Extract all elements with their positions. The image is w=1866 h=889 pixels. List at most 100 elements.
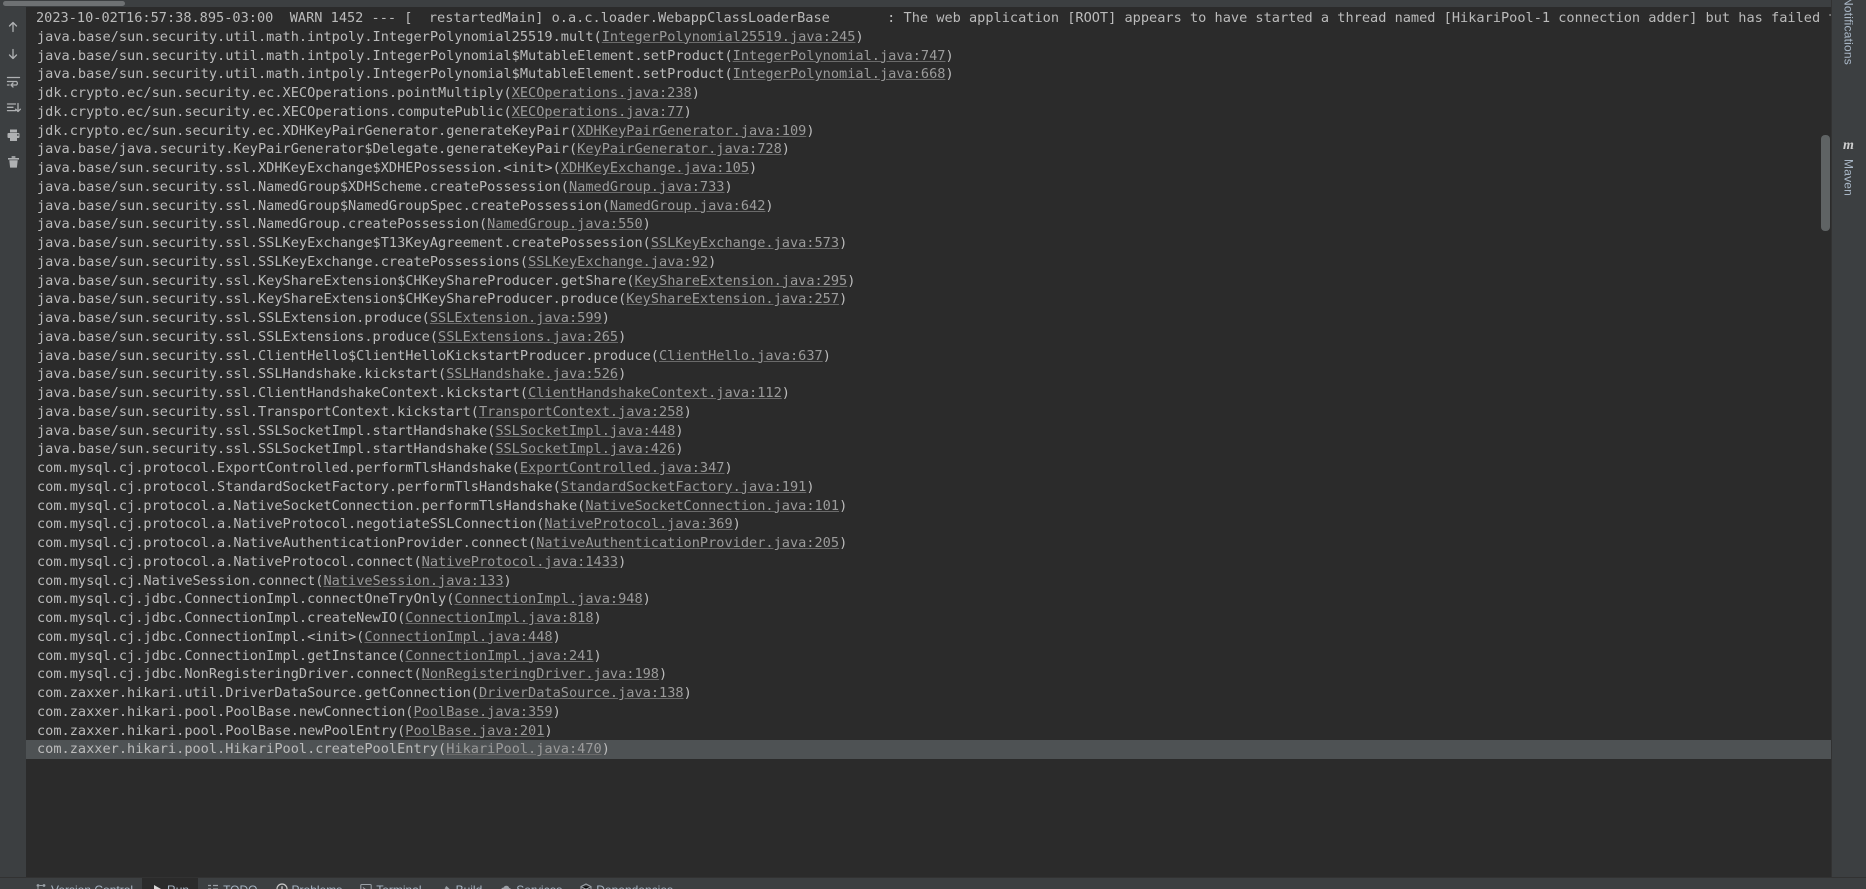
log-line-stacktrace[interactable]: com.mysql.cj.protocol.a.NativeProtocol.n… — [26, 515, 1831, 534]
bottom-tab-dependencies[interactable]: Dependencies — [571, 878, 682, 889]
scroll-to-end-icon[interactable] — [0, 94, 26, 121]
bottom-tab-terminal[interactable]: Terminal — [351, 878, 430, 889]
source-link[interactable]: NativeSocketConnection.java:101 — [585, 498, 839, 514]
source-link[interactable]: ConnectionImpl.java:948 — [454, 591, 642, 607]
log-line-stacktrace[interactable]: com.mysql.cj.jdbc.ConnectionImpl.<init>(… — [26, 628, 1831, 647]
log-line-stacktrace[interactable]: java.base/sun.security.util.math.intpoly… — [26, 28, 1831, 47]
horizontal-scrollbar-track[interactable] — [0, 0, 1866, 7]
source-link[interactable]: XDHKeyExchange.java:105 — [561, 160, 749, 176]
source-link[interactable]: NativeSession.java:133 — [323, 573, 503, 589]
source-link[interactable]: ClientHandshakeContext.java:112 — [528, 385, 782, 401]
log-line-stacktrace[interactable]: jdk.crypto.ec/sun.security.ec.XECOperati… — [26, 103, 1831, 122]
soft-wrap-icon[interactable] — [0, 67, 26, 94]
console-output-panel[interactable]: 2023-10-02T16:57:38.895-03:00 WARN 1452 … — [26, 7, 1831, 882]
log-line-stacktrace[interactable]: java.base/sun.security.ssl.ClientHello$C… — [26, 347, 1831, 366]
log-line-stacktrace[interactable]: java.base/sun.security.ssl.ClientHandsha… — [26, 384, 1831, 403]
vertical-scrollbar-thumb[interactable] — [1821, 135, 1830, 231]
bottom-tab-build[interactable]: Build — [431, 878, 492, 889]
source-link[interactable]: SSLKeyExchange.java:573 — [651, 235, 839, 251]
log-line-stacktrace[interactable]: java.base/sun.security.ssl.KeyShareExten… — [26, 272, 1831, 291]
source-link[interactable]: NamedGroup.java:642 — [610, 198, 766, 214]
trash-icon[interactable] — [0, 148, 26, 175]
source-link[interactable]: NativeAuthenticationProvider.java:205 — [536, 535, 839, 551]
log-line-stacktrace[interactable]: java.base/sun.security.ssl.SSLKeyExchang… — [26, 253, 1831, 272]
source-link[interactable]: XDHKeyPairGenerator.java:109 — [577, 123, 806, 139]
source-link[interactable]: ConnectionImpl.java:818 — [405, 610, 593, 626]
source-link[interactable]: ClientHello.java:637 — [659, 348, 823, 364]
source-link[interactable]: NonRegisteringDriver.java:198 — [422, 666, 659, 682]
source-link[interactable]: IntegerPolynomial.java:747 — [733, 48, 946, 64]
source-link[interactable]: DriverDataSource.java:138 — [479, 685, 684, 701]
source-link[interactable]: SSLSocketImpl.java:426 — [495, 441, 675, 457]
log-line-stacktrace[interactable]: java.base/sun.security.util.math.intpoly… — [26, 47, 1831, 66]
source-link[interactable]: StandardSocketFactory.java:191 — [561, 479, 807, 495]
source-link[interactable]: KeyPairGenerator.java:728 — [577, 141, 782, 157]
horizontal-scrollbar-thumb[interactable] — [3, 1, 125, 6]
stripe-item-notifications[interactable]: Notifications — [1831, 0, 1866, 76]
log-line-stacktrace[interactable]: java.base/sun.security.util.math.intpoly… — [26, 65, 1831, 84]
source-link[interactable]: XECOperations.java:77 — [512, 104, 684, 120]
log-line-stacktrace[interactable]: java.base/sun.security.ssl.TransportCont… — [26, 403, 1831, 422]
source-link[interactable]: NamedGroup.java:550 — [487, 216, 643, 232]
source-link[interactable]: SSLExtension.java:599 — [430, 310, 602, 326]
log-line-stacktrace[interactable]: jdk.crypto.ec/sun.security.ec.XDHKeyPair… — [26, 122, 1831, 141]
source-link[interactable]: SSLHandshake.java:526 — [446, 366, 618, 382]
source-link[interactable]: NativeProtocol.java:369 — [544, 516, 732, 532]
log-line-stacktrace[interactable]: java.base/sun.security.ssl.KeyShareExten… — [26, 290, 1831, 309]
log-line-stacktrace[interactable]: java.base/sun.security.ssl.SSLExtension.… — [26, 309, 1831, 328]
log-line-stacktrace[interactable]: com.mysql.cj.jdbc.ConnectionImpl.createN… — [26, 609, 1831, 628]
log-line-stacktrace[interactable]: java.base/java.security.KeyPairGenerator… — [26, 140, 1831, 159]
stripe-item-maven[interactable]: m Maven — [1831, 108, 1866, 228]
bottom-tab-services[interactable]: Services — [491, 878, 571, 889]
log-line-stacktrace[interactable]: com.zaxxer.hikari.util.DriverDataSource.… — [26, 684, 1831, 703]
log-line-stacktrace[interactable]: java.base/sun.security.ssl.SSLExtensions… — [26, 328, 1831, 347]
log-line-stacktrace[interactable]: com.mysql.cj.NativeSession.connect(Nativ… — [26, 572, 1831, 591]
log-line-stacktrace[interactable]: com.mysql.cj.protocol.a.NativeProtocol.c… — [26, 553, 1831, 572]
log-line-stacktrace[interactable]: java.base/sun.security.ssl.SSLKeyExchang… — [26, 234, 1831, 253]
source-link[interactable]: XECOperations.java:238 — [512, 85, 692, 101]
source-link[interactable]: SSLExtensions.java:265 — [438, 329, 618, 345]
log-line-stacktrace[interactable]: com.zaxxer.hikari.pool.PoolBase.newConne… — [26, 703, 1831, 722]
bottom-tab-problems[interactable]: Problems — [267, 878, 352, 889]
source-link[interactable]: ConnectionImpl.java:241 — [405, 648, 593, 664]
log-line-stacktrace[interactable]: java.base/sun.security.ssl.SSLHandshake.… — [26, 365, 1831, 384]
source-link[interactable]: TransportContext.java:258 — [479, 404, 684, 420]
bottom-tab-version-control[interactable]: Version Control — [26, 878, 142, 889]
source-link[interactable]: KeyShareExtension.java:295 — [634, 273, 847, 289]
source-link[interactable]: IntegerPolynomial.java:668 — [733, 66, 946, 82]
log-line-warning[interactable]: 2023-10-02T16:57:38.895-03:00 WARN 1452 … — [26, 9, 1831, 28]
bottom-tab-run[interactable]: Run — [142, 878, 199, 889]
log-line-stacktrace[interactable]: java.base/sun.security.ssl.NamedGroup$XD… — [26, 178, 1831, 197]
log-line-stacktrace[interactable]: com.mysql.cj.protocol.a.NativeAuthentica… — [26, 534, 1831, 553]
scroll-down-icon[interactable] — [0, 40, 26, 67]
source-link[interactable]: ExportControlled.java:347 — [520, 460, 725, 476]
log-line-stacktrace[interactable]: jdk.crypto.ec/sun.security.ec.XECOperati… — [26, 84, 1831, 103]
source-link[interactable]: ConnectionImpl.java:448 — [364, 629, 552, 645]
log-line-stacktrace[interactable]: com.zaxxer.hikari.pool.PoolBase.newPoolE… — [26, 722, 1831, 741]
source-link[interactable]: KeyShareExtension.java:257 — [626, 291, 839, 307]
log-line-stacktrace[interactable]: java.base/sun.security.ssl.NamedGroup.cr… — [26, 215, 1831, 234]
log-text: 2023-10-02T16:57:38.895-03:00 WARN 1452 … — [36, 10, 1831, 26]
source-link[interactable]: NamedGroup.java:733 — [569, 179, 725, 195]
log-line-stacktrace[interactable]: java.base/sun.security.ssl.XDHKeyExchang… — [26, 159, 1831, 178]
scroll-up-icon[interactable] — [0, 13, 26, 40]
log-line-stacktrace[interactable]: java.base/sun.security.ssl.SSLSocketImpl… — [26, 422, 1831, 441]
log-line-stacktrace[interactable]: java.base/sun.security.ssl.SSLSocketImpl… — [26, 440, 1831, 459]
log-line-stacktrace[interactable]: java.base/sun.security.ssl.NamedGroup$Na… — [26, 197, 1831, 216]
source-link[interactable]: NativeProtocol.java:1433 — [422, 554, 618, 570]
log-line-stacktrace[interactable]: com.mysql.cj.jdbc.ConnectionImpl.getInst… — [26, 647, 1831, 666]
source-link[interactable]: HikariPool.java:470 — [446, 741, 602, 757]
log-line-stacktrace[interactable]: com.mysql.cj.protocol.StandardSocketFact… — [26, 478, 1831, 497]
log-line-stacktrace[interactable]: com.mysql.cj.protocol.a.NativeSocketConn… — [26, 497, 1831, 516]
source-link[interactable]: PoolBase.java:201 — [405, 723, 544, 739]
source-link[interactable]: SSLKeyExchange.java:92 — [528, 254, 708, 270]
log-line-stacktrace[interactable]: com.zaxxer.hikari.pool.HikariPool.create… — [26, 740, 1831, 759]
log-line-stacktrace[interactable]: com.mysql.cj.jdbc.NonRegisteringDriver.c… — [26, 665, 1831, 684]
source-link[interactable]: PoolBase.java:359 — [413, 704, 552, 720]
source-link[interactable]: SSLSocketImpl.java:448 — [495, 423, 675, 439]
source-link[interactable]: IntegerPolynomial25519.java:245 — [602, 29, 856, 45]
log-line-stacktrace[interactable]: com.mysql.cj.jdbc.ConnectionImpl.connect… — [26, 590, 1831, 609]
log-line-stacktrace[interactable]: com.mysql.cj.protocol.ExportControlled.p… — [26, 459, 1831, 478]
print-icon[interactable] — [0, 121, 26, 148]
bottom-tab-todo[interactable]: TODO — [198, 878, 266, 889]
